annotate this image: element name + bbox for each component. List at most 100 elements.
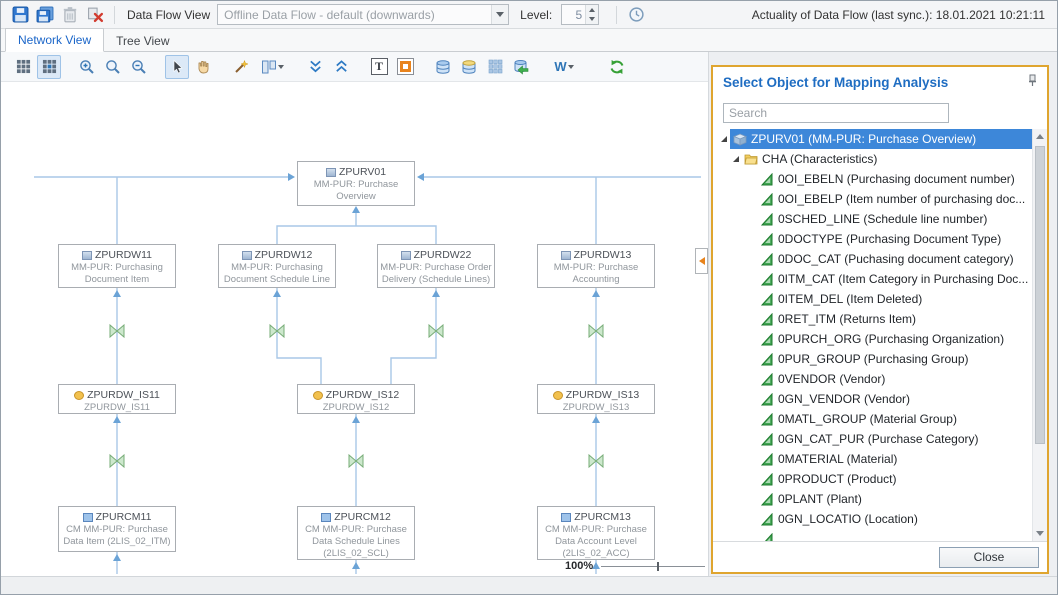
sync-time-button[interactable] xyxy=(625,4,647,26)
zoom-icon xyxy=(105,59,121,75)
data-flow-dropdown-value: Offline Data Flow - default (downwards) xyxy=(218,8,491,22)
tree-item[interactable] xyxy=(713,529,1032,541)
tree-item[interactable]: 0MATERIAL (Material) xyxy=(713,449,1032,469)
select-tool-button[interactable] xyxy=(165,55,189,79)
scrollbar-track[interactable] xyxy=(1033,144,1047,526)
zoom-out-button[interactable] xyxy=(127,55,151,79)
diagram-node[interactable]: ZPURCM13 CM MM-PUR: Purchase Data Accoun… xyxy=(537,506,655,560)
tree-item[interactable]: 0GN_CAT_PUR (Purchase Category) xyxy=(713,429,1032,449)
diagram-node[interactable]: ZPURDW_IS12 ZPURDW_IS12 xyxy=(297,384,415,414)
tree-item[interactable]: 0DOC_CAT (Puchasing document category) xyxy=(713,249,1032,269)
highlight-frame-button[interactable] xyxy=(393,55,417,79)
clipped-node-indicator[interactable] xyxy=(695,248,708,274)
zoom-in-button[interactable] xyxy=(75,55,99,79)
tree-scrollbar[interactable] xyxy=(1032,129,1047,541)
refresh-button[interactable] xyxy=(605,55,629,79)
tree-item[interactable]: 0ITM_CAT (Item Category in Purchasing Do… xyxy=(713,269,1032,289)
diagram-node[interactable]: ZPURCM11 CM MM-PUR: Purchase Data Item (… xyxy=(58,506,176,552)
node-type-icon xyxy=(82,251,92,260)
scrollbar-down-button[interactable] xyxy=(1033,526,1047,541)
level-spinner[interactable]: 5 xyxy=(561,4,599,25)
orange-frame-icon xyxy=(397,58,414,75)
scrollbar-thumb[interactable] xyxy=(1035,146,1045,444)
layout-options-button[interactable] xyxy=(255,55,289,79)
show-infoproviders-button[interactable] xyxy=(431,55,455,79)
status-bar xyxy=(1,576,1057,594)
node-type-icon xyxy=(321,513,331,522)
snap-grid-icon xyxy=(42,59,57,74)
spin-down-button[interactable] xyxy=(586,15,598,25)
save-button[interactable] xyxy=(9,4,31,26)
tree-item[interactable]: 0PUR_GROUP (Purchasing Group) xyxy=(713,349,1032,369)
tree-item-label: 0DOCTYPE (Purchasing Document Type) xyxy=(778,232,1001,246)
characteristic-icon xyxy=(761,373,773,386)
diagram-canvas[interactable]: ZPURV01 MM-PUR: Purchase Overview ZPURDW… xyxy=(1,82,708,576)
zoom-slider[interactable] xyxy=(601,566,705,567)
zoom-button[interactable] xyxy=(101,55,125,79)
node-description: ZPURDW_IS13 xyxy=(561,402,632,414)
diagram-node[interactable]: ZPURDW11 MM-PUR: Purchasing Document Ite… xyxy=(58,244,176,288)
characteristic-icon xyxy=(761,293,773,306)
tree-item[interactable]: 0GN_VENDOR (Vendor) xyxy=(713,389,1032,409)
tree-item[interactable]: 0OI_EBELP (Item number of purchasing doc… xyxy=(713,189,1032,209)
tab-network-view[interactable]: Network View xyxy=(5,28,104,52)
node-description: ZPURDW_IS11 xyxy=(82,402,152,414)
tree-item[interactable]: 0ITEM_DEL (Item Deleted) xyxy=(713,289,1032,309)
word-export-button[interactable]: W xyxy=(547,55,581,79)
show-grid-button[interactable] xyxy=(483,55,507,79)
tree-item[interactable]: 0RET_ITM (Returns Item) xyxy=(713,309,1032,329)
tree-item[interactable]: 0VENDOR (Vendor) xyxy=(713,369,1032,389)
expand-all-button[interactable] xyxy=(329,55,353,79)
diagram-node[interactable]: ZPURDW13 MM-PUR: Purchase Accounting xyxy=(537,244,655,288)
tree-item[interactable]: 0PURCH_ORG (Purchasing Organization) xyxy=(713,329,1032,349)
tree-item-label: 0GN_CAT_PUR (Purchase Category) xyxy=(778,432,979,446)
delete-button[interactable] xyxy=(59,4,81,26)
tree-item[interactable]: 0GN_LOCATIO (Location) xyxy=(713,509,1032,529)
view-tabs: Network View Tree View xyxy=(1,29,1057,52)
pan-tool-button[interactable] xyxy=(191,55,215,79)
expander-icon[interactable] xyxy=(719,135,728,143)
data-flow-dropdown[interactable]: Offline Data Flow - default (downwards) xyxy=(217,4,509,25)
tree-item[interactable]: 0DOCTYPE (Purchasing Document Type) xyxy=(713,229,1032,249)
diagram-node[interactable]: ZPURDW22 MM-PUR: Purchase Order Delivery… xyxy=(377,244,495,288)
tree-folder-characteristics[interactable]: CHA (Characteristics) xyxy=(713,149,1032,169)
node-type-icon xyxy=(313,391,323,400)
search-input[interactable] xyxy=(723,103,949,123)
node-description: MM-PUR: Purchasing Document Item xyxy=(59,262,175,286)
tree-item[interactable]: 0PLANT (Plant) xyxy=(713,489,1032,509)
tree-item[interactable]: 0PRODUCT (Product) xyxy=(713,469,1032,489)
node-id: ZPURDW11 xyxy=(95,249,152,262)
tab-tree-view[interactable]: Tree View xyxy=(104,30,181,52)
panel-title: Select Object for Mapping Analysis xyxy=(723,75,1026,90)
grid-view-button[interactable] xyxy=(11,55,35,79)
scrollbar-up-button[interactable] xyxy=(1033,129,1047,144)
auto-layout-button[interactable] xyxy=(229,55,253,79)
diagram-node[interactable]: ZPURCM12 CM MM-PUR: Purchase Data Schedu… xyxy=(297,506,415,560)
diagram-node[interactable]: ZPURDW12 MM-PUR: Purchasing Document Sch… xyxy=(218,244,336,288)
show-datasources-button[interactable] xyxy=(457,55,481,79)
trash-icon xyxy=(62,6,78,23)
save-all-button[interactable] xyxy=(34,4,56,26)
close-button[interactable]: Close xyxy=(939,547,1039,568)
pin-button[interactable] xyxy=(1026,74,1039,90)
expander-icon[interactable] xyxy=(731,155,740,163)
zoom-slider-thumb[interactable] xyxy=(657,562,659,571)
spin-up-button[interactable] xyxy=(586,5,598,15)
dropdown-arrow-button[interactable] xyxy=(491,5,508,24)
tree-item[interactable]: 0OI_EBELN (Purchasing document number) xyxy=(713,169,1032,189)
snap-grid-button[interactable] xyxy=(37,55,61,79)
tree-item-label: 0VENDOR (Vendor) xyxy=(778,372,885,386)
node-type-icon xyxy=(326,168,336,177)
remove-data-flow-button[interactable] xyxy=(84,4,106,26)
diagram-node[interactable]: ZPURDW_IS13 ZPURDW_IS13 xyxy=(537,384,655,414)
tree-item[interactable]: 0SCHED_LINE (Schedule line number) xyxy=(713,209,1032,229)
collapse-all-button[interactable] xyxy=(303,55,327,79)
diagram-node[interactable]: ZPURV01 MM-PUR: Purchase Overview xyxy=(297,161,415,206)
text-frame-button[interactable]: T xyxy=(367,55,391,79)
tree-item[interactable]: 0MATL_GROUP (Material Group) xyxy=(713,409,1032,429)
tree-root-node[interactable]: ZPURV01 (MM-PUR: Purchase Overview) xyxy=(713,129,1032,149)
characteristic-icon xyxy=(761,193,773,206)
export-db-button[interactable] xyxy=(509,55,533,79)
diagram-node[interactable]: ZPURDW_IS11 ZPURDW_IS11 xyxy=(58,384,176,414)
characteristic-icon xyxy=(761,533,773,542)
